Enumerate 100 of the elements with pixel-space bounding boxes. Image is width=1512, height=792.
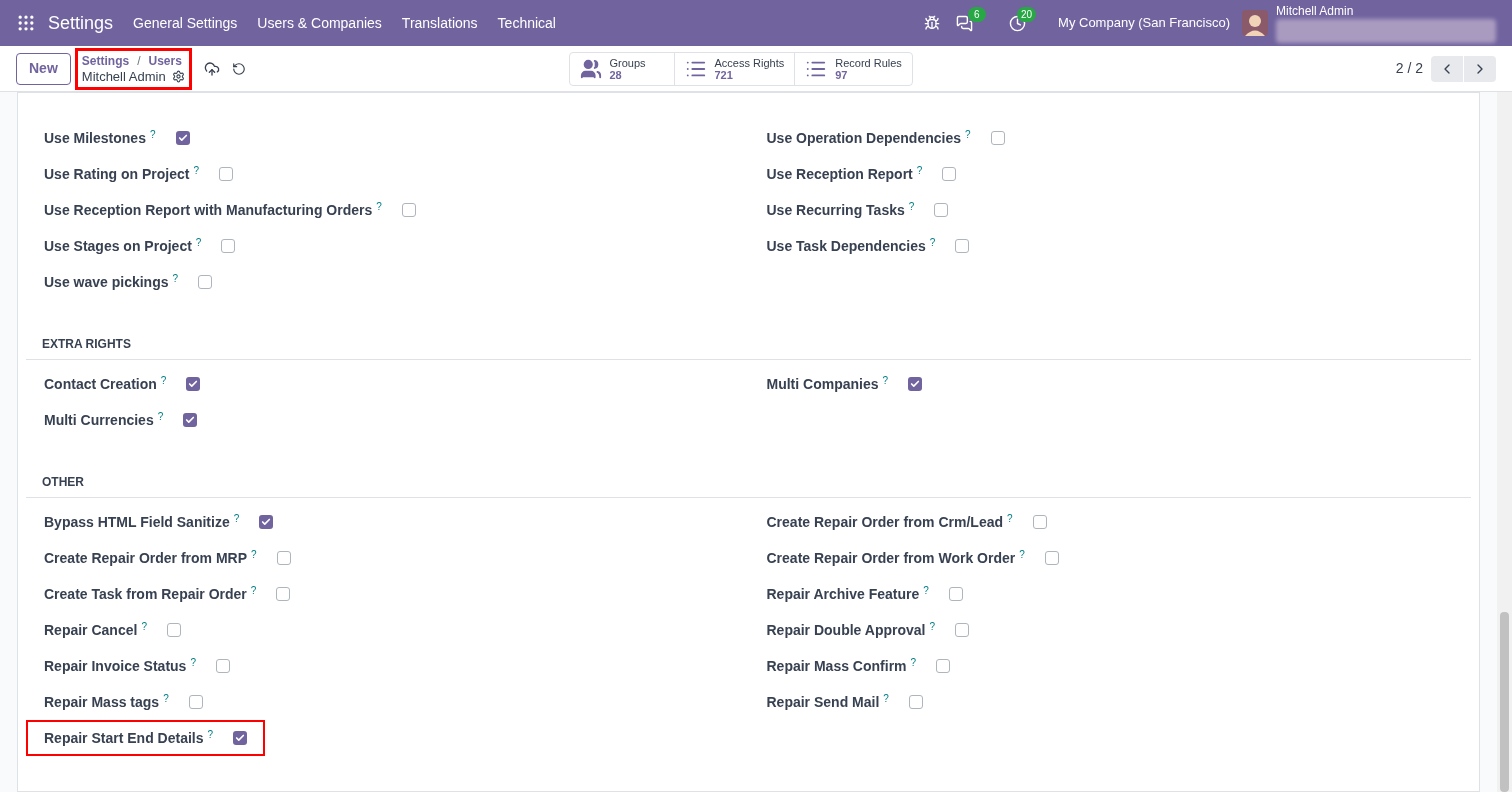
checkbox[interactable] xyxy=(934,203,949,217)
checkbox[interactable] xyxy=(219,167,234,181)
setting-label: Create Repair Order from MRP xyxy=(44,548,248,568)
help-mark[interactable]: ? xyxy=(376,198,382,214)
setting-label: Repair Archive Feature xyxy=(766,584,920,604)
help-mark[interactable]: ? xyxy=(1007,510,1013,526)
help-mark[interactable]: ? xyxy=(883,690,889,706)
previous-button[interactable] xyxy=(1431,55,1463,82)
help-mark[interactable]: ? xyxy=(195,234,202,250)
help-mark[interactable]: ? xyxy=(923,582,929,598)
setting-label: Bypass HTML Field Sanitize xyxy=(44,512,230,532)
user-name[interactable]: Mitchell Admin xyxy=(1276,3,1496,19)
setting-label: Multi Currencies xyxy=(44,410,154,430)
checkbox[interactable] xyxy=(276,551,291,565)
help-mark[interactable]: ? xyxy=(929,618,935,634)
help-mark[interactable]: ? xyxy=(157,408,164,424)
section-title: EXTRA RIGHTS xyxy=(41,337,132,351)
next-button[interactable] xyxy=(1464,55,1496,82)
help-mark[interactable]: ? xyxy=(141,618,147,634)
checkbox[interactable] xyxy=(908,377,923,391)
checkbox[interactable] xyxy=(1044,551,1059,565)
help-mark[interactable]: ? xyxy=(190,654,196,670)
setting-label: Use Task Dependencies xyxy=(766,236,926,256)
bug-icon[interactable] xyxy=(924,15,941,31)
cloud-upload-icon[interactable] xyxy=(203,60,220,77)
menu-item[interactable]: Users & Companies xyxy=(257,12,382,34)
checkbox[interactable] xyxy=(166,623,181,637)
help-mark[interactable]: ? xyxy=(233,510,240,526)
setting-label: Use wave pickings xyxy=(44,272,169,292)
help-mark[interactable]: ? xyxy=(1019,546,1025,562)
discard-icon[interactable] xyxy=(231,61,246,76)
setting-label: Use Operation Dependencies xyxy=(766,128,961,148)
stat-value: 97 xyxy=(835,68,848,81)
menu-item[interactable]: Translations xyxy=(401,12,478,34)
checkbox[interactable] xyxy=(990,131,1005,145)
app-name[interactable]: Settings xyxy=(48,9,114,37)
checkbox[interactable] xyxy=(175,131,190,145)
setting-label: Repair Send Mail xyxy=(766,692,880,712)
stat-button[interactable]: Access Rights 721 xyxy=(673,52,795,85)
pager-value: 2 / 2 xyxy=(1395,59,1423,78)
new-button[interactable]: New xyxy=(16,52,71,85)
menu-item[interactable]: Technical xyxy=(497,12,556,34)
help-mark[interactable]: ? xyxy=(163,690,169,706)
help-mark[interactable]: ? xyxy=(251,546,257,562)
messages-icon[interactable] xyxy=(956,14,974,32)
checkbox[interactable] xyxy=(948,587,963,601)
help-mark[interactable]: ? xyxy=(149,126,156,142)
breadcrumb-separator: / xyxy=(137,52,141,69)
avatar[interactable] xyxy=(1242,10,1268,36)
stat-label: Record Rules xyxy=(835,56,902,69)
checkbox[interactable] xyxy=(955,623,969,637)
checkbox[interactable] xyxy=(942,167,957,181)
checkbox[interactable] xyxy=(1032,515,1047,529)
checkbox[interactable] xyxy=(186,377,201,391)
setting-label: Contact Creation xyxy=(44,374,157,394)
help-mark[interactable]: ? xyxy=(193,162,200,178)
setting-label: Use Rating on Project xyxy=(44,164,190,184)
stat-button[interactable]: Groups 28 xyxy=(569,52,674,85)
breadcrumb-link[interactable]: Users xyxy=(148,52,182,69)
help-mark[interactable]: ? xyxy=(916,162,923,178)
count-badge: 6 xyxy=(968,6,986,22)
help-mark[interactable]: ? xyxy=(882,372,889,388)
help-mark[interactable]: ? xyxy=(160,372,167,388)
setting-label: Create Repair Order from Crm/Lead xyxy=(766,512,1004,532)
stat-button[interactable]: Record Rules 97 xyxy=(794,52,912,85)
settings-icon[interactable] xyxy=(171,70,185,83)
checkbox[interactable] xyxy=(183,413,198,427)
checkbox[interactable] xyxy=(233,731,248,745)
stat-label: Groups xyxy=(609,56,646,69)
checkbox[interactable] xyxy=(401,203,416,217)
help-mark[interactable]: ? xyxy=(172,270,179,286)
scrollbar[interactable] xyxy=(1497,92,1512,792)
checkbox[interactable] xyxy=(198,275,213,289)
help-mark[interactable]: ? xyxy=(910,654,917,670)
setting-label: Use Recurring Tasks xyxy=(766,200,905,220)
checkbox[interactable] xyxy=(955,239,970,253)
help-mark[interactable]: ? xyxy=(965,126,971,142)
help-mark[interactable]: ? xyxy=(908,198,915,214)
menu-item[interactable]: General Settings xyxy=(133,12,238,34)
checkbox[interactable] xyxy=(908,695,923,709)
breadcrumb-link[interactable]: Settings xyxy=(81,52,130,69)
setting-label: Create Repair Order from Work Order xyxy=(766,548,1016,568)
checkbox[interactable] xyxy=(221,239,236,253)
setting-label: Repair Cancel xyxy=(44,620,138,640)
checkbox[interactable] xyxy=(259,515,274,529)
help-mark[interactable]: ? xyxy=(207,726,214,742)
checkbox[interactable] xyxy=(188,695,203,709)
checkbox[interactable] xyxy=(936,659,951,673)
setting-label: Use Reception Report xyxy=(766,164,913,184)
help-mark[interactable]: ? xyxy=(929,234,936,250)
setting-label: Repair Mass Confirm xyxy=(766,656,907,676)
checkbox[interactable] xyxy=(276,587,291,601)
help-mark[interactable]: ? xyxy=(250,582,257,598)
count-badge: 20 xyxy=(1017,6,1037,22)
checkbox[interactable] xyxy=(215,659,230,673)
company-name[interactable]: My Company (San Francisco) xyxy=(1058,13,1230,33)
setting-label: Use Reception Report with Manufacturing Orders xyxy=(44,200,373,220)
record-name: Mitchell Admin xyxy=(81,68,166,85)
stat-value: 721 xyxy=(714,68,733,81)
apps-menu-icon[interactable] xyxy=(16,13,36,33)
